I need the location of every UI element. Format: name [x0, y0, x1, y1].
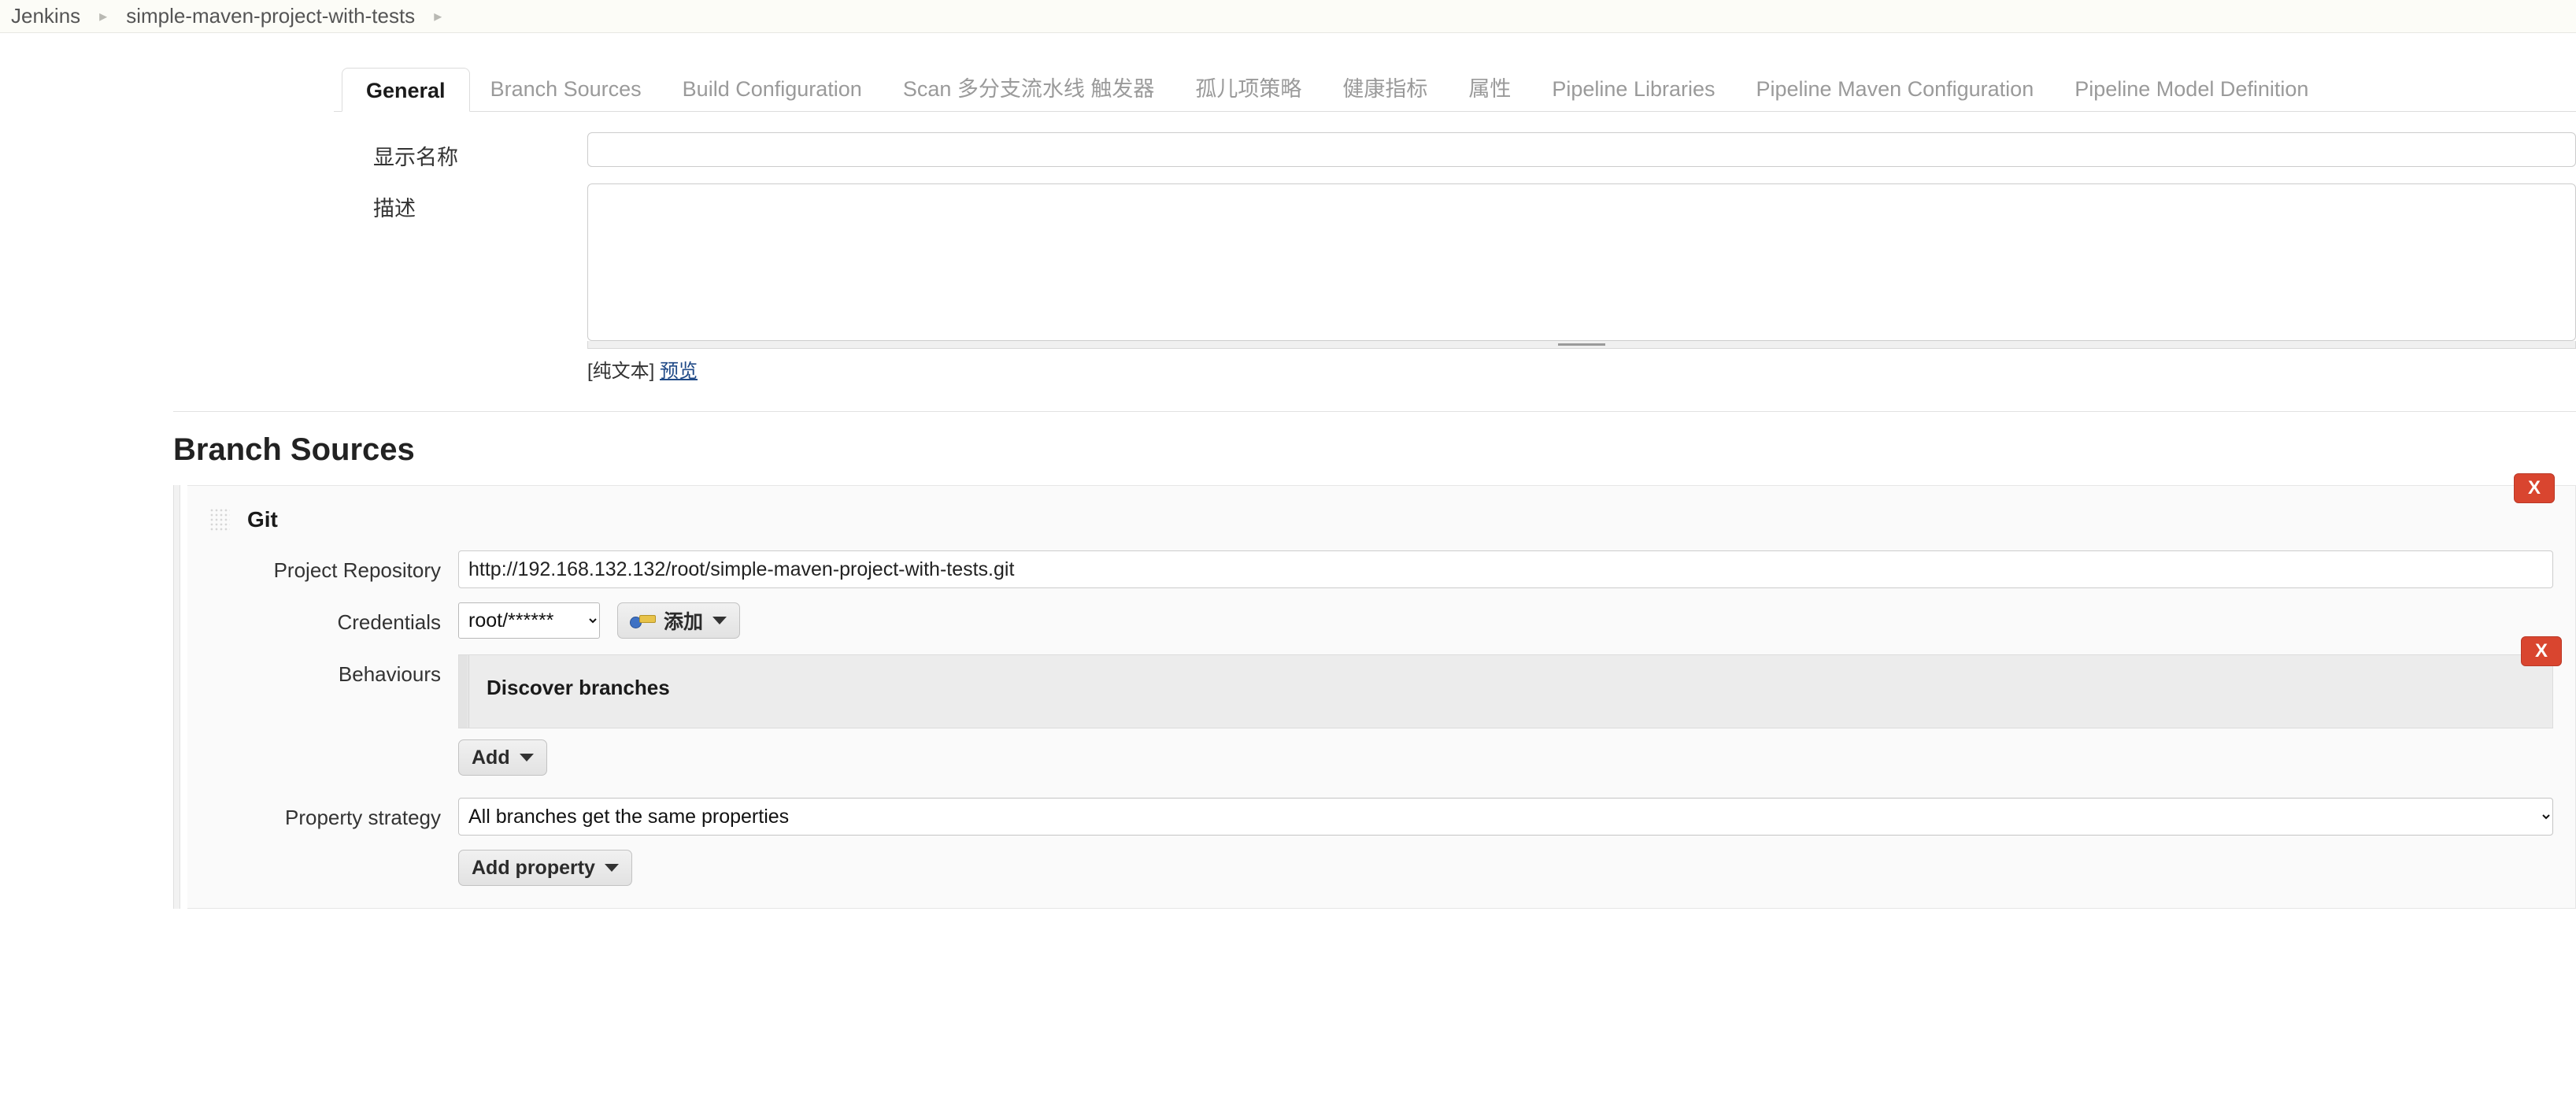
- tab-pipeline-libraries[interactable]: Pipeline Libraries: [1531, 67, 1735, 111]
- add-behaviour-button[interactable]: Add: [458, 739, 547, 776]
- branch-source-drag-bar[interactable]: [173, 485, 180, 909]
- property-strategy-field-wrap: All branches get the same properties Add…: [458, 798, 2553, 886]
- property-strategy-label: Property strategy: [285, 806, 441, 829]
- add-property-label: Add property: [472, 856, 595, 879]
- description-textarea[interactable]: [587, 183, 2576, 341]
- textarea-resize-handle[interactable]: [587, 341, 2576, 349]
- property-strategy-select[interactable]: All branches get the same properties: [458, 798, 2553, 836]
- credentials-field-wrap: root/****** 添加: [458, 602, 2553, 639]
- display-name-field-wrap: [587, 132, 2576, 167]
- chevron-down-icon-credentials: [712, 617, 727, 624]
- tab-health-metrics[interactable]: 健康指标: [1322, 67, 1448, 111]
- git-source-card: X Git Project Repository Credentials roo…: [187, 473, 2576, 909]
- key-icon: [631, 612, 656, 629]
- display-name-label: 显示名称: [373, 146, 458, 169]
- remove-git-source-button[interactable]: X: [2514, 473, 2555, 503]
- description-row: 描述 [纯文本] 预览: [334, 183, 2576, 383]
- project-repository-input[interactable]: [458, 550, 2553, 588]
- credentials-row: Credentials root/****** 添加: [209, 602, 2553, 639]
- project-repository-row: Project Repository: [209, 550, 2553, 588]
- description-preview-link[interactable]: 预览: [660, 361, 698, 382]
- branch-sources-title: Branch Sources: [173, 432, 415, 467]
- breadcrumb-separator-icon-2: ▸: [434, 7, 442, 25]
- project-repository-field-wrap: [458, 550, 2553, 588]
- behaviours-label: Behaviours: [338, 662, 441, 686]
- add-property-button[interactable]: Add property: [458, 850, 632, 886]
- breadcrumb-separator-icon: ▸: [99, 7, 108, 25]
- display-name-row: 显示名称: [334, 132, 2576, 171]
- add-credentials-label: 添加: [664, 611, 704, 633]
- tab-scan-trigger[interactable]: Scan 多分支流水线 触发器: [883, 67, 1175, 111]
- behaviour-drag-bar[interactable]: [459, 655, 468, 728]
- config-tabbar: General Branch Sources Build Configurati…: [334, 61, 2576, 112]
- remove-behaviour-button[interactable]: X: [2521, 636, 2562, 666]
- breadcrumb: Jenkins ▸ simple-maven-project-with-test…: [0, 0, 2576, 33]
- project-repository-label: Project Repository: [273, 558, 441, 582]
- tab-branch-sources[interactable]: Branch Sources: [470, 67, 662, 111]
- config-page: General Branch Sources Build Configurati…: [0, 61, 2576, 909]
- drag-grip-icon[interactable]: [209, 508, 230, 532]
- description-footer: [纯文本] 预览: [587, 355, 2576, 383]
- behaviours-row: Behaviours X Discover branches Add: [209, 636, 2562, 776]
- add-property-wrap: Add property: [458, 850, 2553, 886]
- tab-pipeline-maven-configuration[interactable]: Pipeline Maven Configuration: [1736, 67, 2055, 111]
- tab-general[interactable]: General: [342, 68, 470, 112]
- tab-build-configuration[interactable]: Build Configuration: [662, 67, 883, 111]
- chevron-down-icon-behaviour: [519, 754, 534, 762]
- tab-properties[interactable]: 属性: [1448, 67, 1531, 111]
- breadcrumb-item-jenkins[interactable]: Jenkins: [11, 4, 80, 28]
- tab-orphaned-item-strategy[interactable]: 孤儿项策略: [1175, 67, 1322, 111]
- description-markup-type: [纯文本]: [587, 361, 655, 382]
- add-behaviour-label: Add: [472, 746, 510, 769]
- behaviour-item: X Discover branches: [458, 636, 2562, 728]
- credentials-label: Credentials: [337, 610, 441, 634]
- git-source-header: Git: [209, 498, 2553, 541]
- add-behaviour-wrap: Add: [458, 739, 2553, 776]
- general-section: 显示名称 描述 [纯文本] 预览: [334, 112, 2576, 411]
- add-credentials-button[interactable]: 添加: [617, 602, 741, 639]
- chevron-down-icon-property: [604, 864, 619, 872]
- property-strategy-row: Property strategy All branches get the s…: [209, 798, 2553, 886]
- behaviour-inner: X Discover branches: [468, 636, 2562, 728]
- description-field-wrap: [纯文本] 预览: [587, 183, 2576, 383]
- branch-source-repeat-outer: X Git Project Repository Credentials roo…: [173, 473, 2576, 909]
- behaviours-field-wrap: X Discover branches Add: [458, 636, 2562, 776]
- description-label: 描述: [373, 197, 416, 220]
- git-source-title: Git: [247, 507, 278, 532]
- tab-pipeline-model-definition[interactable]: Pipeline Model Definition: [2054, 67, 2329, 111]
- behaviour-name: Discover branches: [487, 676, 670, 699]
- credentials-select[interactable]: root/******: [458, 602, 600, 639]
- display-name-input[interactable]: [587, 132, 2576, 167]
- breadcrumb-item-project[interactable]: simple-maven-project-with-tests: [126, 4, 415, 28]
